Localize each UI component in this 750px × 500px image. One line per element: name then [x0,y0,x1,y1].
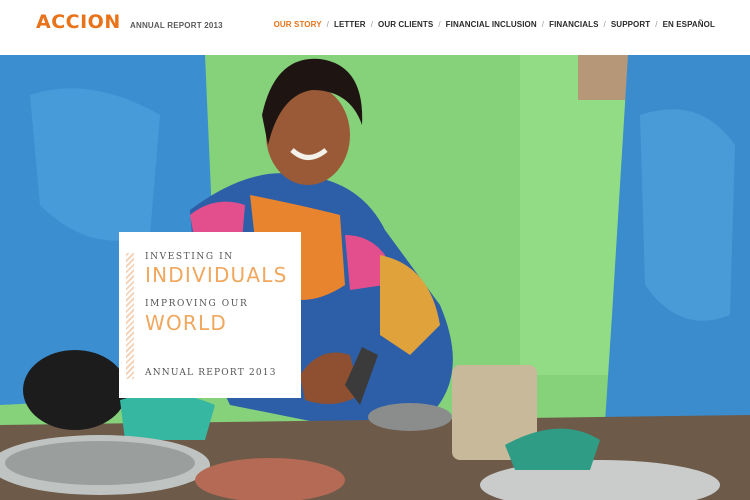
card-report-label: ANNUAL REPORT 2013 [145,368,277,378]
tagline-word-individuals: INDIVIDUALS [145,263,288,287]
title-card: INVESTING IN INDIVIDUALS IMPROVING OUR W… [119,232,301,398]
tagline-line-1: INVESTING IN [145,252,234,262]
hero-image: INVESTING IN INDIVIDUALS IMPROVING OUR W… [0,55,750,500]
tagline-line-3: IMPROVING OUR [145,299,249,309]
nav-separator: / [326,20,329,29]
accion-logo[interactable]: ACCION [36,11,121,33]
main-nav: OUR STORY / LETTER / OUR CLIENTS / FINAN… [274,20,715,29]
nav-separator: / [370,20,374,29]
nav-letter[interactable]: LETTER [334,20,366,29]
nav-separator: / [438,20,441,29]
decorative-stripe [126,253,134,379]
hero-photo [0,55,750,500]
site-header: ACCION ANNUAL REPORT 2013 OUR STORY / LE… [0,0,750,55]
nav-our-clients[interactable]: OUR CLIENTS [378,20,433,29]
nav-our-story[interactable]: OUR STORY [274,20,322,29]
nav-en-espanol[interactable]: EN ESPAÑOL [663,20,715,29]
nav-separator: / [541,20,545,29]
nav-financial-inclusion[interactable]: FINANCIAL INCLUSION [446,20,537,29]
nav-financials[interactable]: FINANCIALS [549,20,598,29]
nav-separator: / [603,20,606,29]
report-label: ANNUAL REPORT 2013 [130,21,223,30]
nav-support[interactable]: SUPPORT [611,20,650,29]
tagline-word-world: WORLD [145,311,227,335]
nav-separator: / [655,20,658,29]
